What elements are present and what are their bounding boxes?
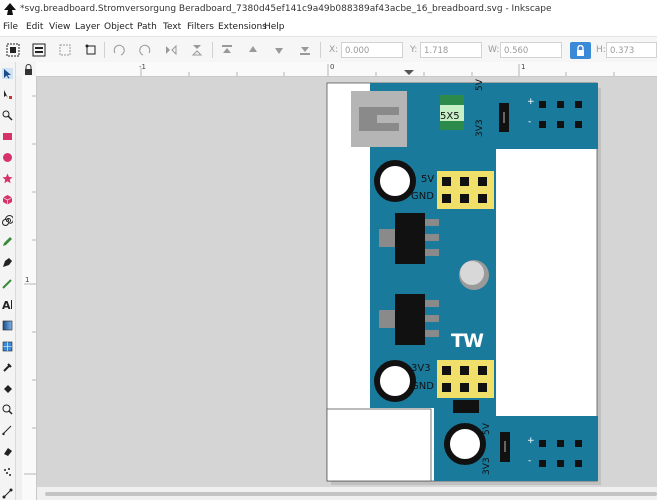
menu-view[interactable]: View: [49, 22, 70, 32]
scrollbar-thumb[interactable]: [45, 492, 657, 496]
menu-bar: File Edit View Layer Object Path Text Fi…: [0, 19, 657, 36]
menu-filters[interactable]: Filters: [187, 22, 214, 32]
gradient-tool-icon[interactable]: [2, 320, 13, 331]
spray-tool-icon[interactable]: [2, 467, 13, 478]
y-label: Y:: [410, 45, 418, 55]
vertical-ruler[interactable]: 1: [22, 76, 37, 500]
svg-text:A: A: [2, 299, 11, 310]
label-5v-bottom: 5V: [482, 423, 492, 435]
x-input[interactable]: 0.000: [341, 42, 403, 58]
eraser-tool-icon[interactable]: [2, 446, 13, 457]
h-input[interactable]: 0.373: [606, 42, 657, 58]
rectangle-tool-icon[interactable]: [2, 131, 13, 142]
measure-tool-icon[interactable]: [2, 425, 13, 436]
raise-to-top-icon[interactable]: [220, 43, 234, 57]
rotate-ccw-icon[interactable]: [84, 43, 98, 57]
mount-hole-bottom: [444, 423, 486, 465]
label-gnd-mid: GND: [411, 191, 434, 202]
title-bar: *svg.breadboard.Stromversorgung Beradboa…: [0, 0, 657, 19]
horizontal-ruler[interactable]: -1 0 1: [36, 62, 657, 77]
raise-icon[interactable]: [246, 43, 260, 57]
lower-to-bottom-icon[interactable]: [298, 43, 312, 57]
lock-aspect-button[interactable]: [570, 42, 591, 59]
label-3v3-top: 3V3: [475, 119, 485, 137]
inkscape-logo-icon: [4, 3, 16, 15]
star-tool-icon[interactable]: [2, 173, 13, 184]
ellipse-tool-icon[interactable]: [2, 152, 13, 163]
spiral-tool-icon[interactable]: [2, 215, 13, 226]
menu-path[interactable]: Path: [137, 22, 157, 32]
ruler-ticks: [140, 64, 615, 76]
selector-tool-icon[interactable]: [2, 68, 13, 79]
menu-file[interactable]: File: [3, 22, 18, 32]
ruler-label-1: 1: [521, 63, 526, 71]
menu-help[interactable]: Help: [264, 22, 285, 32]
menu-layer[interactable]: Layer: [75, 22, 100, 32]
node-tool-icon[interactable]: [2, 89, 13, 100]
paint-bucket-tool-icon[interactable]: [2, 383, 13, 394]
breadboard-drawing[interactable]: [37, 77, 657, 487]
tool-controls-bar: X: 0.000 Y: 1.718 W: 0.560 H: 0.373: [0, 36, 657, 64]
tweak-tool-icon[interactable]: [2, 110, 13, 121]
h-label: H:: [596, 45, 606, 55]
lock-icon: [577, 45, 584, 56]
label-3v3-low: 3V3: [411, 363, 431, 374]
ruler-ticks-vertical: [24, 95, 36, 475]
canvas[interactable]: 5X5 5V 3V3 + - 5V GND TW 3V3 GND 5V 3V3 …: [37, 77, 657, 487]
text-tool-icon[interactable]: A: [2, 299, 13, 310]
connector-tool-icon[interactable]: [2, 488, 13, 499]
ruler-label-vertical-1: 1: [25, 276, 30, 284]
ruler-corner: [16, 62, 36, 76]
label-plus-bottom: +: [527, 436, 535, 446]
ruler-label-0: 0: [330, 63, 335, 71]
flip-vertical-icon[interactable]: [190, 43, 204, 57]
label-minus-bottom: -: [528, 456, 532, 466]
rotate-90-cw-icon[interactable]: [138, 43, 152, 57]
zoom-tool-icon[interactable]: [2, 404, 13, 415]
lower-icon[interactable]: [272, 43, 286, 57]
dropper-tool-icon[interactable]: [2, 362, 13, 373]
pencil-tool-icon[interactable]: [2, 236, 13, 247]
window-title: *svg.breadboard.Stromversorgung Beradboa…: [20, 4, 552, 14]
y-input[interactable]: 1.718: [420, 42, 482, 58]
menu-object[interactable]: Object: [104, 22, 133, 32]
label-5v-mid: 5V: [421, 174, 435, 185]
w-label: W:: [488, 45, 500, 55]
label-gnd-low: GND: [411, 381, 434, 392]
label-5x5: 5X5: [440, 111, 460, 122]
w-input[interactable]: 0.560: [500, 42, 562, 58]
calligraphy-tool-icon[interactable]: [2, 278, 13, 289]
3d-box-tool-icon[interactable]: [2, 194, 13, 205]
menu-extensions[interactable]: Extensions: [218, 22, 267, 32]
horizontal-scrollbar[interactable]: [37, 487, 657, 500]
select-all-layers-icon[interactable]: [32, 43, 46, 57]
deselect-icon[interactable]: [58, 43, 72, 57]
menu-text[interactable]: Text: [163, 22, 181, 32]
pen-tool-icon[interactable]: [2, 257, 13, 268]
header-bottom: [437, 360, 494, 398]
mesh-tool-icon[interactable]: [2, 341, 13, 352]
x-label: X:: [329, 45, 339, 55]
ruler-label-neg1: -1: [139, 63, 146, 71]
lock-guides-icon[interactable]: [16, 63, 36, 77]
rotate-90-ccw-icon[interactable]: [112, 43, 126, 57]
menu-edit[interactable]: Edit: [26, 22, 43, 32]
label-plus: +: [527, 97, 535, 107]
label-5v-top: 5V: [475, 79, 485, 91]
select-all-icon[interactable]: [6, 43, 20, 57]
white-box: [326, 408, 432, 482]
diode: [453, 400, 479, 413]
mount-hole-top: [374, 160, 416, 202]
mount-hole-middle: [374, 360, 416, 402]
label-3v3-bottom: 3V3: [482, 457, 492, 475]
header-top: [437, 171, 494, 209]
flip-horizontal-icon[interactable]: [164, 43, 178, 57]
label-tw: TW: [451, 330, 484, 352]
label-minus: -: [528, 117, 532, 127]
toolbox: A: [0, 62, 16, 500]
